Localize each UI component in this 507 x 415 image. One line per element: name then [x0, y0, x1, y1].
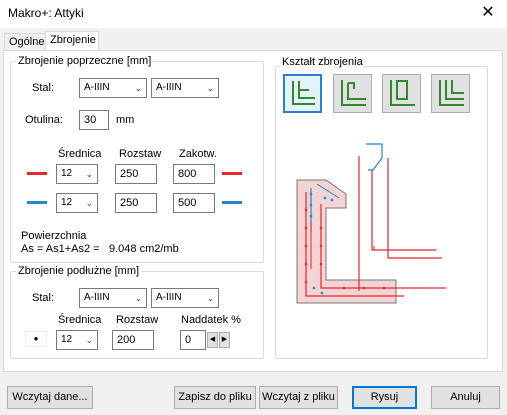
- save-to-file-button[interactable]: Zapisz do pliku: [174, 386, 256, 409]
- steel-select-1[interactable]: A-IIIN ⌄: [79, 78, 147, 98]
- blue-bar-marker: [27, 201, 47, 204]
- steel-select-1-value: A-IIIN: [84, 82, 110, 93]
- longitudinal-group-title: Zbrojenie podłużne [mm]: [16, 265, 142, 277]
- red-bar-marker: [222, 172, 242, 175]
- long-diameter-select-value: 12: [61, 334, 73, 345]
- shape-2-button[interactable]: [333, 74, 372, 113]
- long-header-spacing: Rozstaw: [116, 314, 159, 326]
- reinforcement-preview: [284, 128, 449, 309]
- chevron-down-icon: ⌄: [206, 293, 214, 303]
- tab-zbrojenie[interactable]: Zbrojenie: [45, 31, 99, 51]
- window-title: Makro+: Attyki: [8, 6, 84, 20]
- long-spacing-input[interactable]: 200: [112, 330, 154, 350]
- long-steel-select-2-value: A-IIIN: [156, 292, 182, 303]
- load-from-file-button[interactable]: Wczytaj z pliku: [259, 386, 338, 409]
- chevron-down-icon: ⌄: [134, 83, 142, 93]
- chevron-down-icon: ⌄: [206, 83, 214, 93]
- chevron-down-icon: ⌄: [85, 169, 93, 179]
- long-steel-select-1[interactable]: A-IIIN ⌄: [79, 288, 147, 308]
- cover-label: Otulina:: [25, 114, 63, 126]
- steel-select-2[interactable]: A-IIIN ⌄: [151, 78, 219, 98]
- close-icon[interactable]: ✕: [477, 2, 499, 24]
- area-label: Powierzchnia: [21, 230, 87, 242]
- transverse-group-title: Zbrojenie poprzeczne [mm]: [16, 55, 154, 67]
- anchorage-input-2[interactable]: 500: [173, 193, 215, 213]
- diameter-select-1[interactable]: 12 ⌄: [56, 164, 98, 184]
- reinforcement-diagram: [296, 143, 446, 304]
- cancel-button[interactable]: Anuluj: [431, 386, 500, 409]
- header-spacing: Rozstaw: [119, 148, 162, 160]
- draw-button[interactable]: Rysuj: [352, 386, 417, 409]
- steel-label: Stal:: [32, 82, 55, 94]
- tab-ogolne[interactable]: Ogólne: [4, 33, 46, 51]
- diameter-select-1-value: 12: [61, 168, 73, 179]
- long-steel-label: Stal:: [32, 292, 55, 304]
- diameter-select-2-value: 12: [61, 197, 73, 208]
- shape-2-icon: [341, 80, 366, 106]
- cover-unit: mm: [116, 114, 135, 126]
- spacing-input-1[interactable]: 250: [115, 164, 157, 184]
- header-diameter: Średnica: [58, 148, 102, 160]
- blue-bar-marker: [222, 201, 242, 204]
- area-value: 9.048 cm2/mb: [109, 243, 179, 255]
- shape-4-icon: [439, 80, 464, 106]
- load-data-button[interactable]: Wczytaj dane...: [7, 386, 93, 409]
- steel-select-2-value: A-IIIN: [156, 82, 182, 93]
- long-steel-select-1-value: A-IIIN: [84, 292, 110, 303]
- red-bar-marker: [27, 172, 47, 175]
- shape-group-title: Kształt zbrojenia: [280, 56, 365, 68]
- shape-4-button[interactable]: [431, 74, 470, 113]
- spin-right-icon[interactable]: ▶: [219, 332, 230, 348]
- anchorage-input-1[interactable]: 800: [173, 164, 215, 184]
- shape-3-button[interactable]: [382, 74, 421, 113]
- shape-1-icon: [292, 81, 315, 105]
- spin-left-icon[interactable]: ◀: [207, 332, 218, 348]
- area-formula: As = As1+As2 =: [21, 243, 100, 255]
- spacing-input-2[interactable]: 250: [115, 193, 157, 213]
- chevron-down-icon: ⌄: [85, 335, 93, 345]
- long-steel-select-2[interactable]: A-IIIN ⌄: [151, 288, 219, 308]
- long-header-diameter: Średnica: [58, 314, 102, 326]
- cover-input[interactable]: 30: [79, 110, 109, 130]
- long-header-excess: Naddatek %: [181, 314, 241, 326]
- chevron-down-icon: ⌄: [134, 293, 142, 303]
- header-anchorage: Zakotw.: [179, 148, 217, 160]
- excess-input[interactable]: 0: [180, 330, 206, 350]
- long-diameter-select[interactable]: 12 ⌄: [56, 330, 98, 350]
- longitudinal-bar-marker: •: [25, 331, 47, 347]
- chevron-down-icon: ⌄: [85, 198, 93, 208]
- shape-3-icon: [390, 80, 415, 106]
- shape-1-button[interactable]: [283, 74, 322, 113]
- diameter-select-2[interactable]: 12 ⌄: [56, 193, 98, 213]
